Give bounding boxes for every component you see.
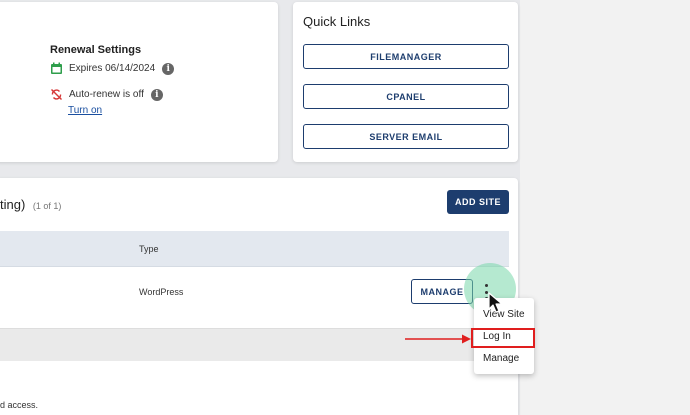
autorenew-off-icon xyxy=(50,88,63,101)
calendar-icon xyxy=(50,62,63,75)
quick-links-title: Quick Links xyxy=(303,14,371,29)
cell-type: WordPress xyxy=(139,287,184,297)
column-header-type: Type xyxy=(139,244,159,254)
quick-links-card: Quick Links FILEMANAGER CPANEL SERVER EM… xyxy=(293,2,518,162)
table-header: Type xyxy=(0,231,509,267)
sites-card: ting) (1 of 1) ADD SITE Type WordPress M… xyxy=(0,178,518,415)
filemanager-button[interactable]: FILEMANAGER xyxy=(303,44,509,69)
cursor-icon xyxy=(488,292,503,313)
renewal-settings-title: Renewal Settings xyxy=(50,44,142,56)
info-icon[interactable]: i xyxy=(162,62,175,75)
server-email-button[interactable]: SERVER EMAIL xyxy=(303,124,509,149)
autorenew-row: Auto-renew is off i xyxy=(50,88,163,101)
autorenew-text: Auto-renew is off xyxy=(69,89,144,100)
renewal-card: Renewal Settings Expires 06/14/2024 i Au… xyxy=(0,2,278,162)
expires-row: Expires 06/14/2024 i xyxy=(50,62,175,75)
table-row: WordPress MANAGE xyxy=(0,263,516,329)
right-blank-area xyxy=(520,0,690,415)
bottom-note: d access. xyxy=(0,400,39,410)
sites-count: (1 of 1) xyxy=(32,201,62,211)
menu-item-manage[interactable]: Manage xyxy=(483,353,519,364)
cpanel-button[interactable]: CPANEL xyxy=(303,84,509,109)
turn-on-link[interactable]: Turn on xyxy=(68,105,102,116)
add-site-button[interactable]: ADD SITE xyxy=(447,190,509,214)
expires-text: Expires 06/14/2024 xyxy=(69,63,156,74)
arrow-icon xyxy=(405,334,471,344)
info-icon[interactable]: i xyxy=(150,88,163,101)
log-in-highlight-box xyxy=(471,328,535,348)
sites-title: ting) (1 of 1) xyxy=(0,197,61,212)
sites-title-text: ting) xyxy=(0,197,26,212)
